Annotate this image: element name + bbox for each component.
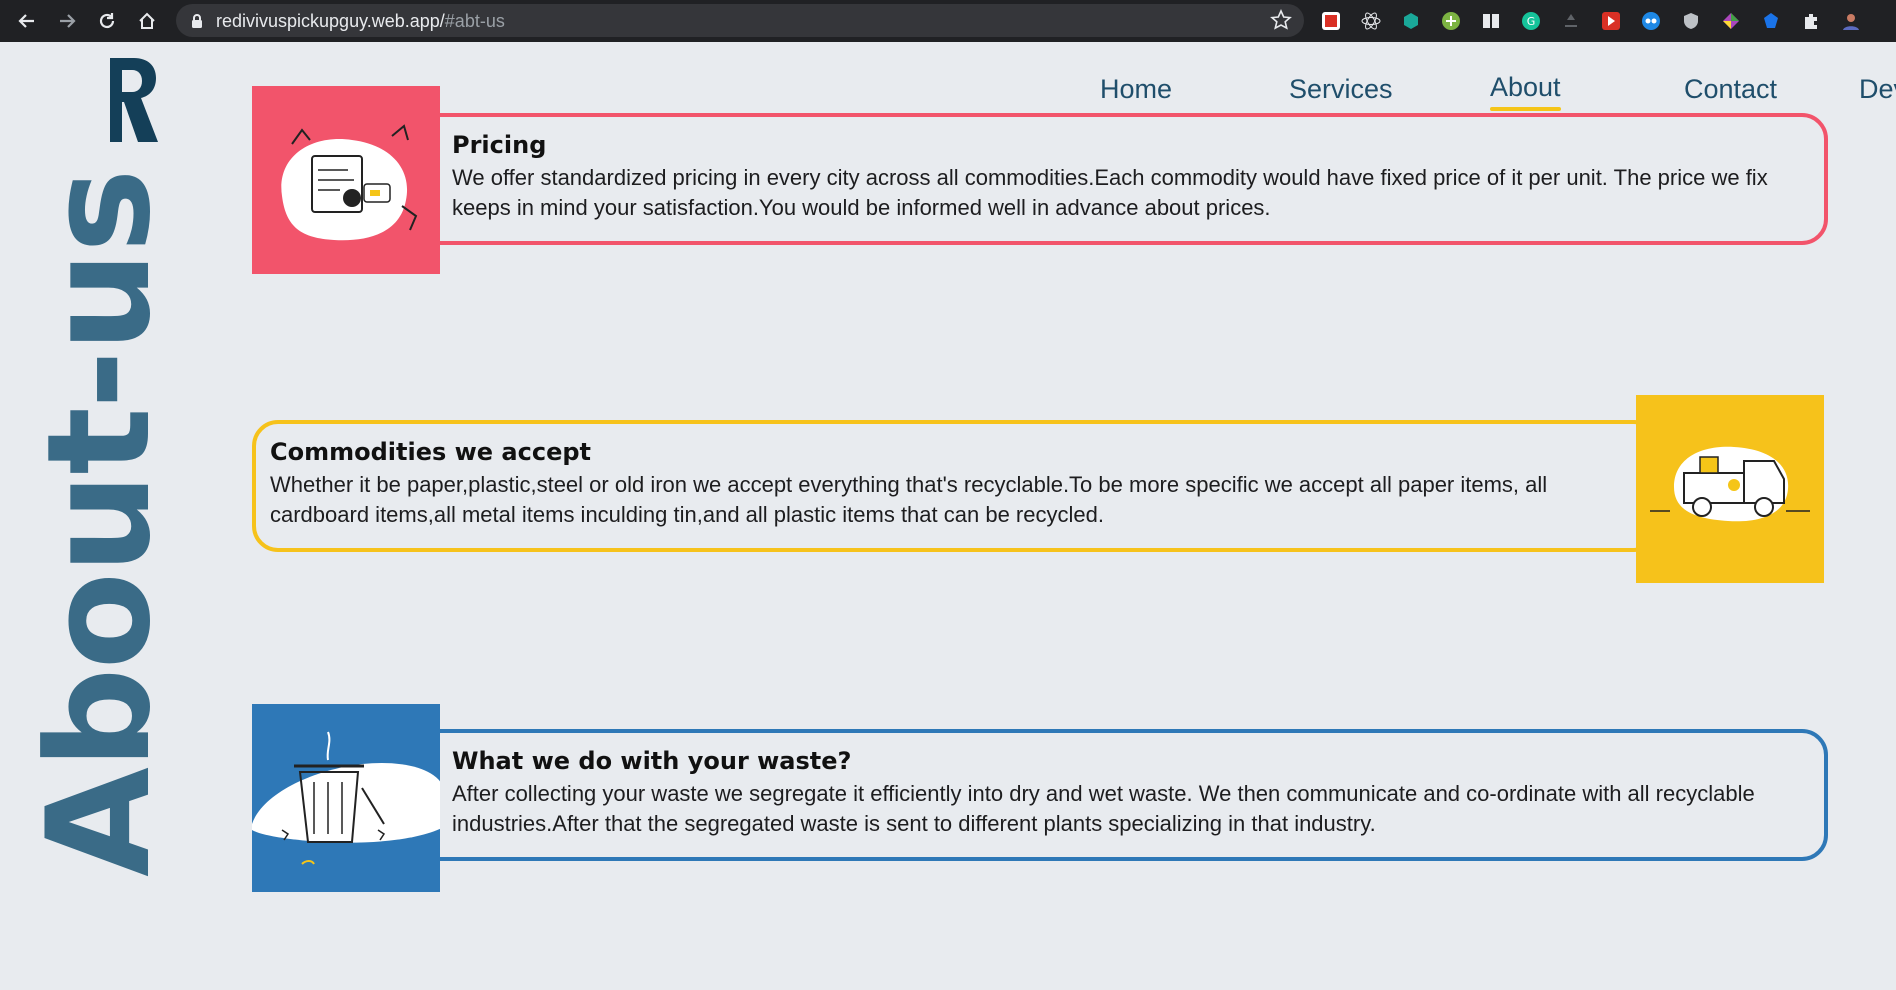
reload-icon[interactable] (94, 8, 120, 34)
extension-react-icon[interactable] (1358, 8, 1384, 34)
svg-text:G: G (1527, 15, 1536, 28)
home-icon[interactable] (134, 8, 160, 34)
nav-dev-link[interactable]: Dev (1859, 74, 1896, 105)
url-text: redivivuspickupguy.web.app/#abt-us (216, 11, 505, 32)
pricing-description: We offer standardized pricing in every c… (452, 165, 1768, 220)
nav-home-link[interactable]: Home (1100, 74, 1172, 105)
extension-glasses-icon[interactable] (1638, 8, 1664, 34)
lock-icon (192, 14, 202, 28)
extensions-puzzle-icon[interactable] (1798, 8, 1824, 34)
extension-grammarly-icon[interactable]: G (1518, 8, 1544, 34)
about-us-page: About-us Home Services About Contact Dev… (0, 42, 1896, 990)
nav-about-link[interactable]: About (1490, 72, 1561, 111)
bookmark-star-icon[interactable] (1270, 9, 1292, 31)
trash-bin-illustration (252, 704, 442, 892)
extension-blue-badge-icon[interactable] (1758, 8, 1784, 34)
extension-teal-icon[interactable] (1398, 8, 1424, 34)
pricing-card: Pricing We offer standardized pricing in… (380, 113, 1828, 245)
extension-recycle-icon[interactable] (1558, 8, 1584, 34)
forward-arrow-icon[interactable] (54, 8, 80, 34)
truck-illustration (1636, 395, 1824, 583)
browser-toolbar: redivivuspickupguy.web.app/#abt-us G (0, 0, 1896, 42)
back-arrow-icon[interactable] (14, 8, 40, 34)
extension-plus-green-icon[interactable] (1438, 8, 1464, 34)
url-host: redivivuspickupguy.web.app/ (216, 11, 445, 31)
extension-red-play-icon[interactable] (1598, 8, 1624, 34)
extension-shield-icon[interactable] (1678, 8, 1704, 34)
url-hash: #abt-us (444, 11, 505, 31)
waste-description: After collecting your waste we segregate… (452, 781, 1755, 836)
extensions-bar: G (1318, 8, 1864, 34)
extension-columns-icon[interactable] (1478, 8, 1504, 34)
brand-logo-icon[interactable] (104, 54, 160, 146)
profile-avatar-icon[interactable] (1838, 8, 1864, 34)
commodities-card: Commodities we accept Whether it be pape… (252, 420, 1660, 552)
waste-title: What we do with your waste? (452, 747, 852, 775)
address-bar[interactable]: redivivuspickupguy.web.app/#abt-us (176, 4, 1304, 37)
about-us-vertical-title: About-us (17, 170, 182, 877)
nav-contact-link[interactable]: Contact (1684, 74, 1777, 105)
waste-card: What we do with your waste? After collec… (380, 729, 1828, 861)
extension-shield-red-icon[interactable] (1318, 8, 1344, 34)
pricing-illustration (252, 86, 440, 274)
nav-services-link[interactable]: Services (1289, 74, 1393, 105)
commodities-description: Whether it be paper,plastic,steel or old… (270, 472, 1548, 527)
commodities-title: Commodities we accept (270, 438, 592, 466)
extension-color-icon[interactable] (1718, 8, 1744, 34)
pricing-title: Pricing (452, 131, 547, 159)
